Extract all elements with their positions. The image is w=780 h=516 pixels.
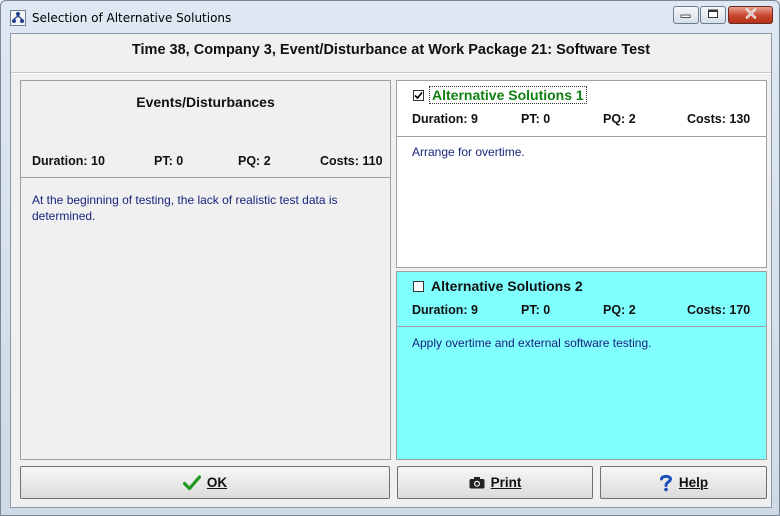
alternative-1-pq: PQ: 2 <box>603 112 636 126</box>
alternative-2-pt: PT: 0 <box>521 303 551 317</box>
close-icon <box>745 6 757 24</box>
minimize-button[interactable] <box>673 6 699 24</box>
event-description: At the beginning of testing, the lack of… <box>32 193 338 223</box>
dialog-window: Selection of Alternative Solutions Time … <box>0 0 780 516</box>
alternative-2-pq: PQ: 2 <box>603 303 636 317</box>
ok-button-label: OK <box>206 475 228 490</box>
maximize-icon <box>707 6 719 24</box>
events-panel: Events/Disturbances Duration: 10 PT: 0 P… <box>20 80 391 460</box>
help-button-label: Help <box>678 475 709 490</box>
event-pt: PT: 0 <box>154 154 184 168</box>
events-heading: Events/Disturbances <box>136 94 275 110</box>
alternative-2-description: Apply overtime and external software tes… <box>412 336 652 350</box>
events-panel-header: Events/Disturbances Duration: 10 PT: 0 P… <box>21 81 390 178</box>
event-pq: PQ: 2 <box>238 154 271 168</box>
dialog-content: Time 38, Company 3, Event/Disturbance at… <box>10 33 772 508</box>
event-costs: Costs: 110 <box>320 154 383 168</box>
ok-button[interactable]: OK <box>20 466 390 499</box>
alternative-1-title[interactable]: Alternative Solutions 1 <box>429 86 587 104</box>
print-button-label: Print <box>490 475 522 490</box>
print-button[interactable]: Print <box>397 466 593 499</box>
alternative-1-header: Alternative Solutions 1 Duration: 9 PT: … <box>397 81 766 137</box>
alternative-2-header: Alternative Solutions 2 Duration: 9 PT: … <box>397 272 766 327</box>
alternative-panel-2[interactable]: Alternative Solutions 2 Duration: 9 PT: … <box>396 271 767 460</box>
alternative-1-description: Arrange for overtime. <box>412 145 525 159</box>
event-duration: Duration: 10 <box>32 154 105 168</box>
alternative-2-duration: Duration: 9 <box>412 303 478 317</box>
alternative-panel-1[interactable]: Alternative Solutions 1 Duration: 9 PT: … <box>396 80 767 268</box>
minimize-icon <box>680 6 692 24</box>
alternative-2-checkbox[interactable] <box>413 281 424 292</box>
alternative-2-costs: Costs: 170 <box>687 303 751 317</box>
close-button[interactable] <box>728 6 773 24</box>
camera-icon <box>469 476 485 489</box>
question-mark-icon <box>659 474 673 492</box>
hierarchy-app-icon <box>10 10 26 26</box>
maximize-button[interactable] <box>700 6 726 24</box>
alternative-1-checkbox[interactable] <box>413 90 424 101</box>
checkmark-icon <box>414 91 423 100</box>
page-title: Time 38, Company 3, Event/Disturbance at… <box>131 42 651 58</box>
alternative-1-costs: Costs: 130 <box>687 112 751 126</box>
window-title: Selection of Alternative Solutions <box>32 11 232 25</box>
alternative-2-title[interactable]: Alternative Solutions 2 <box>431 278 583 294</box>
header-divider <box>11 72 771 74</box>
alternative-1-pt: PT: 0 <box>521 112 551 126</box>
title-bar[interactable]: Selection of Alternative Solutions <box>1 1 779 33</box>
help-button[interactable]: Help <box>600 466 767 499</box>
alternative-1-duration: Duration: 9 <box>412 112 478 126</box>
checkmark-icon <box>182 474 201 491</box>
